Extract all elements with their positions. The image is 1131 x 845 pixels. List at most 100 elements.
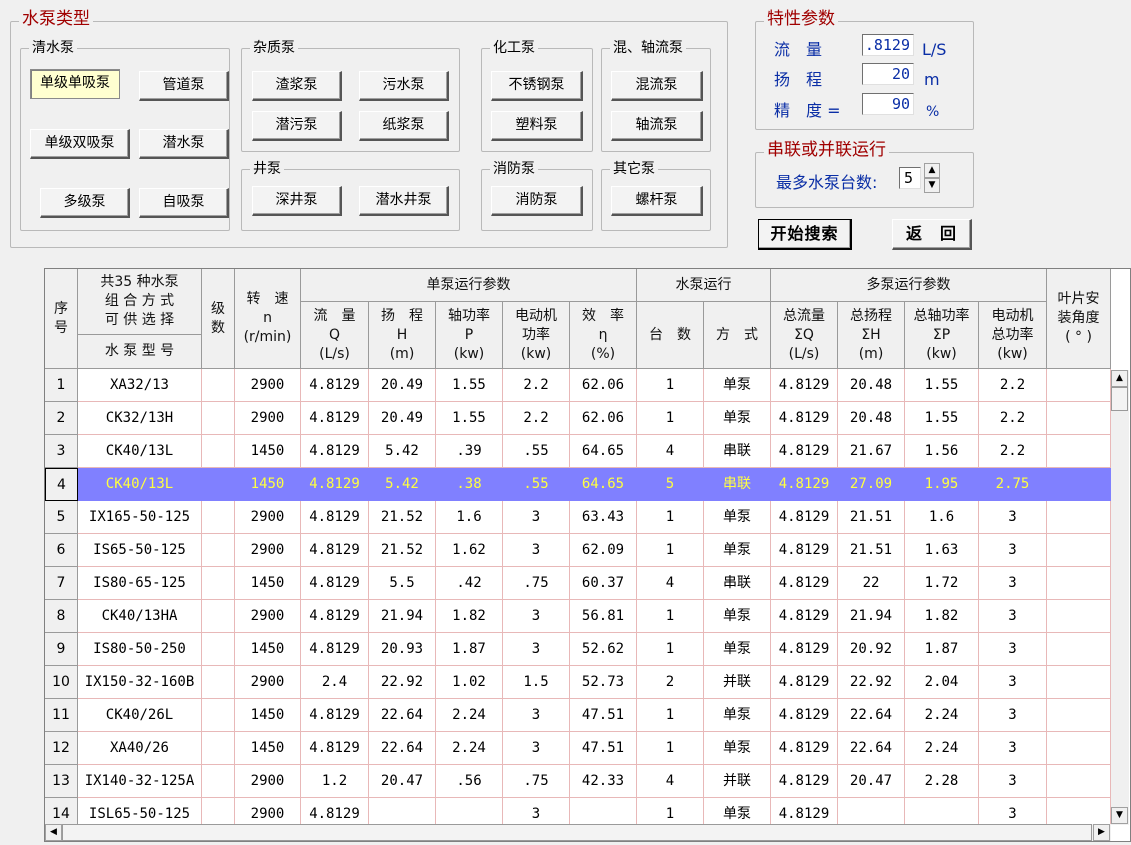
plastic-pump-button[interactable]: 塑料泵 <box>491 111 583 141</box>
scroll-down-icon[interactable]: ▼ <box>1111 807 1128 824</box>
table-cell[interactable]: .56 <box>436 765 503 798</box>
table-cell[interactable]: 1 <box>637 633 704 666</box>
table-cell[interactable]: 4.8129 <box>301 468 369 501</box>
table-cell[interactable]: 3 <box>979 567 1047 600</box>
table-cell[interactable]: IS80-50-250 <box>78 633 202 666</box>
pipeline-pump-button[interactable]: 管道泵 <box>139 71 229 101</box>
table-cell[interactable]: 21.67 <box>838 435 905 468</box>
vertical-scrollbar[interactable]: ▲ ▼ <box>1111 370 1129 825</box>
table-cell[interactable]: 4.8129 <box>301 600 369 633</box>
row-number[interactable]: 7 <box>45 567 78 600</box>
table-cell[interactable] <box>202 699 235 732</box>
table-cell[interactable]: 5.5 <box>369 567 436 600</box>
table-cell[interactable]: 3 <box>979 501 1047 534</box>
table-cell[interactable]: IS80-65-125 <box>78 567 202 600</box>
table-cell[interactable]: 20.47 <box>369 765 436 798</box>
table-cell[interactable] <box>1047 402 1111 435</box>
table-cell[interactable] <box>202 765 235 798</box>
fire-pump-button[interactable]: 消防泵 <box>491 186 583 216</box>
table-cell[interactable]: 27.09 <box>838 468 905 501</box>
row-number[interactable]: 4 <box>45 468 78 501</box>
table-cell[interactable]: 4.8129 <box>301 732 369 765</box>
table-cell[interactable]: 3 <box>979 765 1047 798</box>
table-cell[interactable]: 1450 <box>235 567 301 600</box>
table-cell[interactable]: XA32/13 <box>78 369 202 402</box>
table-cell[interactable]: 1.5 <box>503 666 570 699</box>
multi-stage-pump-button[interactable]: 多级泵 <box>40 188 130 218</box>
table-cell[interactable] <box>1047 369 1111 402</box>
table-cell[interactable]: 3 <box>979 699 1047 732</box>
table-row[interactable]: 6 IS65-50-125 2900 4.8129 21.52 1.62 3 62.09 1 单泵… <box>45 534 1111 567</box>
row-number[interactable]: 10 <box>45 666 78 699</box>
spin-down-button[interactable]: ▼ <box>924 178 940 193</box>
head-input[interactable]: 20 <box>862 63 914 85</box>
table-cell[interactable]: 4.8129 <box>771 501 838 534</box>
table-cell[interactable]: CK40/26L <box>78 699 202 732</box>
table-cell[interactable]: 单泵 <box>704 369 771 402</box>
table-cell[interactable]: 单泵 <box>704 633 771 666</box>
table-cell[interactable]: 2900 <box>235 534 301 567</box>
table-cell[interactable]: CK40/13L <box>78 435 202 468</box>
table-cell[interactable]: 2900 <box>235 666 301 699</box>
table-cell[interactable]: 2.24 <box>436 732 503 765</box>
table-cell[interactable]: IX140-32-125A <box>78 765 202 798</box>
self-priming-pump-button[interactable]: 自吸泵 <box>139 188 229 218</box>
table-cell[interactable]: CK40/13L <box>78 468 202 501</box>
table-cell[interactable]: 2.2 <box>979 402 1047 435</box>
table-cell[interactable]: 3 <box>503 600 570 633</box>
table-cell[interactable] <box>1047 633 1111 666</box>
table-cell[interactable]: 单泵 <box>704 534 771 567</box>
table-cell[interactable]: 64.65 <box>570 468 637 501</box>
scroll-left-icon[interactable]: ◀ <box>45 824 62 841</box>
table-cell[interactable]: .75 <box>503 765 570 798</box>
table-cell[interactable]: 1 <box>637 600 704 633</box>
table-cell[interactable]: IX150-32-160B <box>78 666 202 699</box>
table-cell[interactable]: 2.75 <box>979 468 1047 501</box>
table-row[interactable]: 4 CK40/13L 1450 4.8129 5.42.38.55 64.65 5 串联 4.8… <box>45 468 1111 501</box>
single-stage-double-suction-button[interactable]: 单级双吸泵 <box>30 129 130 159</box>
table-cell[interactable]: 1450 <box>235 435 301 468</box>
row-number[interactable]: 12 <box>45 732 78 765</box>
table-cell[interactable] <box>202 666 235 699</box>
screw-pump-button[interactable]: 螺杆泵 <box>611 186 703 216</box>
table-cell[interactable]: 单泵 <box>704 699 771 732</box>
table-cell[interactable]: 4.8129 <box>301 435 369 468</box>
table-cell[interactable]: 3 <box>979 633 1047 666</box>
table-cell[interactable]: .55 <box>503 435 570 468</box>
submersible-sewage-button[interactable]: 潜污泵 <box>252 111 342 141</box>
table-cell[interactable]: 22.92 <box>369 666 436 699</box>
table-cell[interactable]: 56.81 <box>570 600 637 633</box>
table-cell[interactable]: 47.51 <box>570 732 637 765</box>
scroll-thumb[interactable] <box>1111 387 1128 411</box>
submersible-well-pump-button[interactable]: 潜水井泵 <box>359 186 449 216</box>
table-cell[interactable]: 1.55 <box>436 369 503 402</box>
table-cell[interactable]: 5 <box>637 468 704 501</box>
table-cell[interactable]: 4.8129 <box>771 633 838 666</box>
table-cell[interactable]: 1.87 <box>436 633 503 666</box>
pulp-pump-button[interactable]: 纸浆泵 <box>359 111 449 141</box>
table-cell[interactable] <box>1047 534 1111 567</box>
table-cell[interactable]: 4 <box>637 435 704 468</box>
table-cell[interactable]: 5.42 <box>369 435 436 468</box>
row-number[interactable]: 6 <box>45 534 78 567</box>
table-cell[interactable]: 62.09 <box>570 534 637 567</box>
table-cell[interactable]: 串联 <box>704 468 771 501</box>
table-cell[interactable]: 2.04 <box>905 666 979 699</box>
table-cell[interactable]: .55 <box>503 468 570 501</box>
table-cell[interactable]: 单泵 <box>704 402 771 435</box>
table-cell[interactable]: 20.93 <box>369 633 436 666</box>
table-row[interactable]: 1 XA32/13 2900 4.8129 20.49 1.55 2.2 62.06 1 单泵 4.… <box>45 369 1111 402</box>
table-cell[interactable] <box>202 402 235 435</box>
table-cell[interactable]: 21.52 <box>369 501 436 534</box>
table-cell[interactable]: 1.72 <box>905 567 979 600</box>
table-cell[interactable]: 3 <box>503 534 570 567</box>
table-cell[interactable]: 1.55 <box>905 402 979 435</box>
table-cell[interactable]: .42 <box>436 567 503 600</box>
table-cell[interactable] <box>202 633 235 666</box>
table-cell[interactable]: 21.52 <box>369 534 436 567</box>
table-cell[interactable]: 1 <box>637 501 704 534</box>
table-cell[interactable]: 1.56 <box>905 435 979 468</box>
table-cell[interactable]: 1 <box>637 732 704 765</box>
table-cell[interactable]: 62.06 <box>570 402 637 435</box>
table-cell[interactable]: 2.2 <box>979 435 1047 468</box>
